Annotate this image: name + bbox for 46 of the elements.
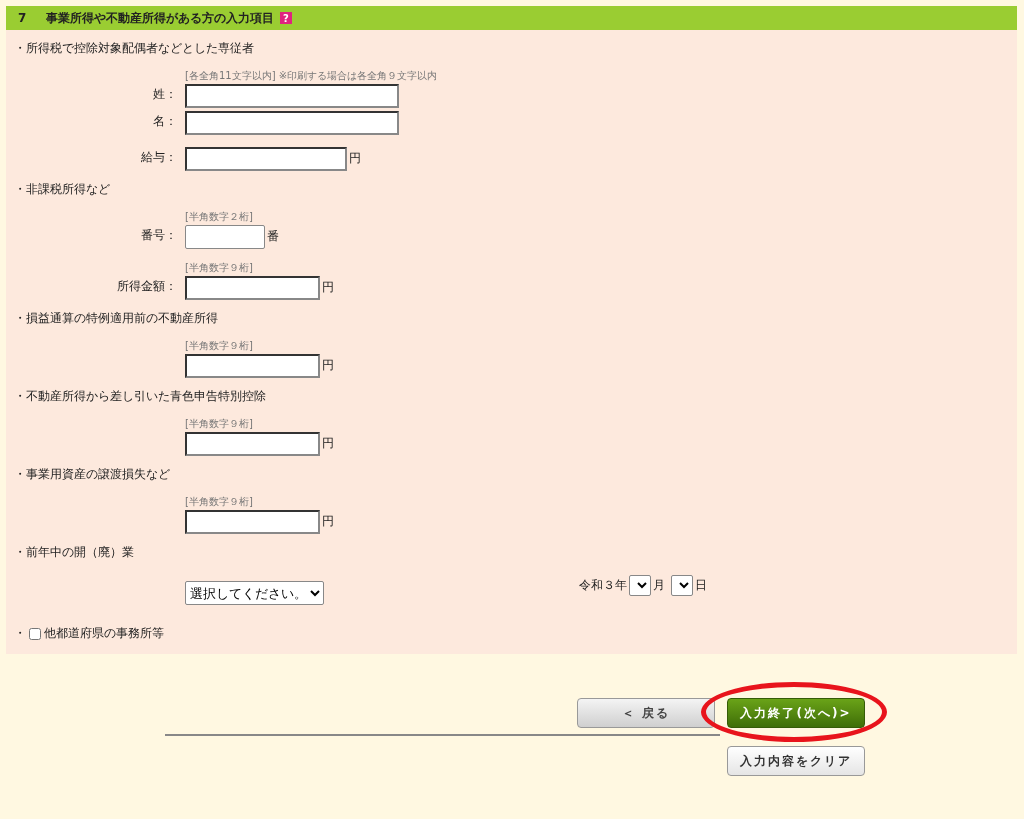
month-label: 月 — [653, 577, 665, 594]
input-field[interactable] — [185, 354, 320, 378]
checkbox[interactable] — [29, 627, 41, 640]
field-label: 給与： — [140, 149, 177, 166]
input-hint: [各全角11文字以内] ※印刷する場合は各全角９文字以内 — [185, 69, 439, 83]
item-title: ・所得税で控除対象配偶者などとした専従者 — [13, 40, 255, 57]
section-title: 事業所得や不動産所得がある方の入力項目 — [46, 9, 274, 27]
day-select[interactable] — [671, 575, 693, 596]
input-hint: [半角数字２桁] — [185, 210, 254, 224]
type-select[interactable]: 選択してください。 — [185, 581, 324, 605]
bullet: ・ — [14, 625, 26, 642]
help-icon[interactable]: ? — [280, 12, 292, 24]
back-button[interactable]: ＜ 戻る — [577, 698, 715, 728]
checkbox-label: 他都道府県の事務所等 — [44, 625, 164, 642]
input-field[interactable] — [185, 510, 320, 534]
item-title: ・損益通算の特例適用前の不動産所得 — [13, 310, 219, 327]
input-field[interactable] — [185, 432, 320, 456]
item-title: ・事業用資産の譲渡損失など — [13, 466, 171, 483]
input-field[interactable] — [185, 276, 320, 300]
unit-label: 番 — [267, 228, 279, 245]
unit-label: 円 — [322, 513, 334, 530]
field-label: 姓： — [152, 86, 177, 103]
field-label: 名： — [152, 113, 177, 130]
unit-label: 円 — [322, 357, 334, 374]
unit-label: 円 — [349, 150, 361, 167]
day-label: 日 — [695, 577, 707, 594]
section-number: 7 — [18, 11, 28, 25]
unit-label: 円 — [322, 435, 334, 452]
input-field[interactable] — [185, 225, 265, 249]
input-hint: [半角数字９桁] — [185, 417, 254, 431]
item-title: ・前年中の開（廃）業 — [13, 544, 135, 561]
input-hint: [半角数字９桁] — [185, 339, 254, 353]
input-hint: [半角数字９桁] — [185, 261, 254, 275]
unit-label: 円 — [322, 279, 334, 296]
item-title: ・不動産所得から差し引いた青色申告特別控除 — [13, 388, 267, 405]
era-year-label: 令和３年 — [579, 577, 627, 594]
item-title: ・非課税所得など — [13, 181, 111, 198]
input-hint: [半角数字９桁] — [185, 495, 254, 509]
input-field[interactable] — [185, 147, 347, 171]
input-field[interactable] — [185, 111, 399, 135]
field-label: 所得金額： — [116, 278, 177, 295]
next-button[interactable]: 入力終了(次へ)> — [727, 698, 865, 728]
clear-button[interactable]: 入力内容をクリア — [727, 746, 865, 776]
field-label: 番号： — [140, 227, 177, 244]
input-field[interactable] — [185, 84, 399, 108]
month-select[interactable] — [629, 575, 651, 596]
